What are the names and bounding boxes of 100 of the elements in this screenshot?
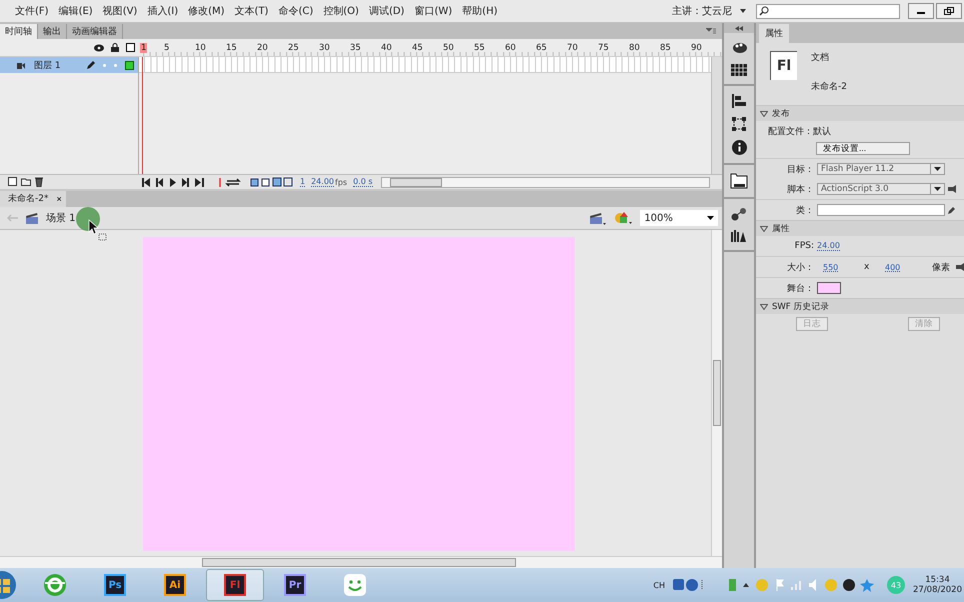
menu-item[interactable]: 帮助(H)	[457, 4, 502, 18]
dropdown-arrow-icon	[934, 167, 941, 171]
menu-item[interactable]: 插入(I)	[142, 4, 184, 18]
document-type: 文档	[811, 52, 830, 64]
menu-item[interactable]: 修改(M)	[183, 4, 230, 18]
frame-number: 35	[350, 42, 362, 52]
menu-item[interactable]: 调试(D)	[364, 4, 410, 18]
menu-item[interactable]: 控制(O)	[318, 4, 364, 18]
search-field[interactable]	[756, 4, 900, 18]
clock-time[interactable]: 15:34	[925, 575, 950, 585]
frame-number: 50	[443, 42, 455, 52]
restore-button[interactable]	[936, 3, 962, 19]
components-icon[interactable]	[731, 207, 748, 221]
fps-unit: fps	[335, 178, 348, 186]
scrollbar[interactable]	[0, 556, 722, 568]
fps-value[interactable]: 24.00	[817, 241, 840, 251]
trash-icon[interactable]	[35, 177, 43, 187]
field-label: 舞台：	[786, 282, 814, 294]
align-icon[interactable]	[732, 94, 746, 108]
app-icon: Ai	[164, 574, 186, 596]
menu-item[interactable]: 命令(C)	[273, 4, 318, 18]
publish-settings-button[interactable]: 发布设置...	[816, 142, 910, 154]
taskbar-app[interactable]: Ai	[146, 569, 204, 601]
minimize-button[interactable]	[908, 3, 934, 19]
frame-number: 30	[319, 42, 331, 52]
scene-name[interactable]: 场景 1	[46, 211, 76, 225]
scrollbar[interactable]	[380, 176, 710, 188]
panel-menu-icon[interactable]	[706, 28, 716, 34]
panel-tab[interactable]: 时间轴	[0, 24, 38, 39]
times-sign: x	[864, 262, 870, 272]
frame-number: 75	[598, 42, 610, 52]
panel-tab[interactable]: 动画编辑器	[67, 24, 123, 39]
swatches-icon[interactable]	[731, 64, 748, 76]
taskbar-app[interactable]: Fl	[206, 569, 264, 601]
dot-icon	[103, 64, 106, 66]
stage-color-swatch[interactable]	[817, 282, 841, 294]
workspace-switcher[interactable]: 主讲：艾云尼	[672, 4, 732, 18]
eye-icon[interactable]	[94, 44, 104, 52]
section-header[interactable]: SWF 历史记录	[756, 298, 964, 314]
menu-item[interactable]: 视图(V)	[98, 4, 142, 18]
menu-item[interactable]: 编辑(E)	[54, 4, 98, 18]
motion-presets-icon[interactable]	[731, 230, 748, 242]
scrollbar[interactable]	[711, 230, 722, 556]
close-button[interactable]: ×	[52, 191, 66, 207]
layer-name: 图层 1	[34, 60, 62, 72]
color-palette-icon[interactable]	[731, 41, 748, 55]
frame-number: 45	[412, 42, 424, 52]
panel-tab[interactable]: 属性	[759, 24, 789, 43]
layer-color-icon	[125, 60, 134, 70]
layer-row[interactable]: 图层 1	[0, 57, 138, 73]
current-frame[interactable]: 1	[300, 177, 306, 187]
zoom-dropdown[interactable]: 100%	[640, 210, 718, 226]
frame-number: 55	[474, 42, 486, 52]
onion-skin-icon[interactable]	[218, 178, 244, 186]
taskbar-app[interactable]: Pr	[266, 569, 324, 601]
edit-scene-icon[interactable]	[590, 212, 606, 224]
taskbar-app[interactable]: Ps	[86, 569, 144, 601]
scrollbar[interactable]	[711, 57, 722, 174]
menu-item[interactable]: 文本(T)	[230, 4, 274, 18]
menu-item[interactable]: 文件(F)	[10, 4, 54, 18]
transform-icon[interactable]	[732, 117, 746, 131]
document-tab[interactable]: 未命名-2*	[0, 191, 52, 207]
elapsed-time: 0.0 s	[353, 177, 372, 187]
pencil-icon	[86, 60, 95, 70]
browser-icon	[43, 573, 67, 597]
target-dropdown[interactable]: Flash Player 11.2	[817, 163, 945, 175]
section-header[interactable]: 属性	[756, 220, 964, 236]
layer-icon	[16, 60, 26, 70]
pencil-icon[interactable]	[948, 206, 956, 214]
dropdown-arrow-icon	[707, 216, 714, 220]
library-icon[interactable]	[730, 173, 748, 189]
script-dropdown[interactable]: ActionScript 3.0	[817, 183, 945, 195]
caret-icon	[740, 9, 746, 13]
collapse-icon[interactable]	[735, 26, 744, 30]
new-layer-icon[interactable]	[8, 177, 17, 186]
document-name: 未命名-2	[811, 80, 847, 93]
height-value[interactable]: 400	[885, 262, 923, 272]
info-icon[interactable]	[732, 140, 747, 155]
class-field[interactable]	[817, 204, 945, 216]
frame-number: 1	[140, 42, 147, 52]
folder-icon[interactable]	[21, 177, 31, 186]
frame-number: 40	[381, 42, 393, 52]
outline-icon[interactable]	[126, 43, 135, 52]
panel-tab[interactable]: 输出	[38, 24, 67, 39]
frame-rate[interactable]: 24.00	[311, 177, 334, 187]
profile-label: 配置文件：默认	[768, 126, 831, 138]
app-icon: Ps	[104, 574, 126, 596]
language-indicator[interactable]: CH	[653, 580, 665, 590]
smiley-icon	[343, 573, 367, 597]
field-label: 大小：	[786, 262, 814, 274]
frame-number: 80	[629, 42, 641, 52]
clock-date[interactable]: 27/08/2020	[913, 585, 962, 595]
edit-symbols-icon[interactable]	[614, 211, 632, 225]
frame-number: 5	[164, 42, 170, 52]
frame-tools-icon[interactable]	[250, 177, 294, 187]
lock-icon[interactable]	[111, 43, 119, 52]
width-value[interactable]: 550	[823, 262, 861, 272]
frame-number: 20	[257, 42, 269, 52]
menu-item[interactable]: 窗口(W)	[409, 4, 458, 18]
section-header[interactable]: 发布	[756, 105, 964, 121]
